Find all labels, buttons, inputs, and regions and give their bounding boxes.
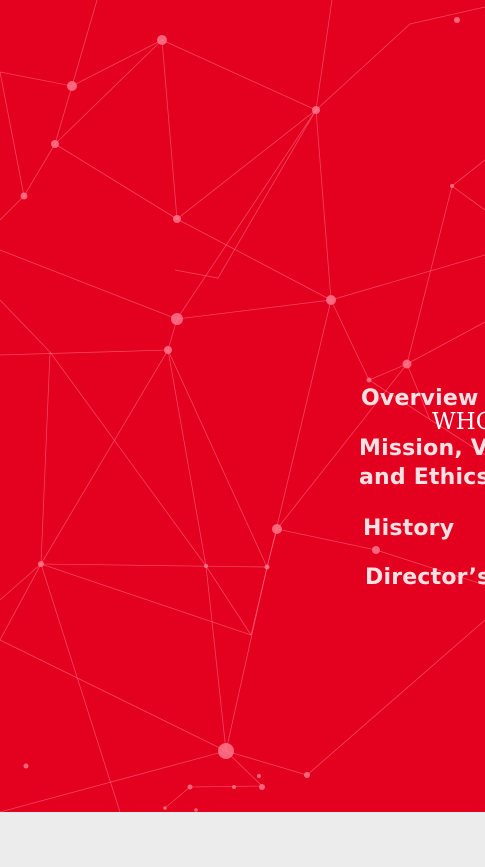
nav-director-link[interactable]: Director’s (365, 563, 485, 592)
hero-banner: Overview WHO Mission, Va and Ethics Hist… (0, 0, 485, 812)
brand-wordmark: WHO (432, 409, 485, 435)
nav-mission-values-ethics-link[interactable]: Mission, Va and Ethics (359, 434, 485, 492)
footer-band (0, 812, 485, 867)
page: Overview WHO Mission, Va and Ethics Hist… (0, 0, 485, 867)
nav-mission-line-1: Mission, Va (359, 436, 485, 461)
nav-mission-line-2: and Ethics (359, 465, 485, 490)
nav-history-link[interactable]: History (363, 514, 454, 543)
